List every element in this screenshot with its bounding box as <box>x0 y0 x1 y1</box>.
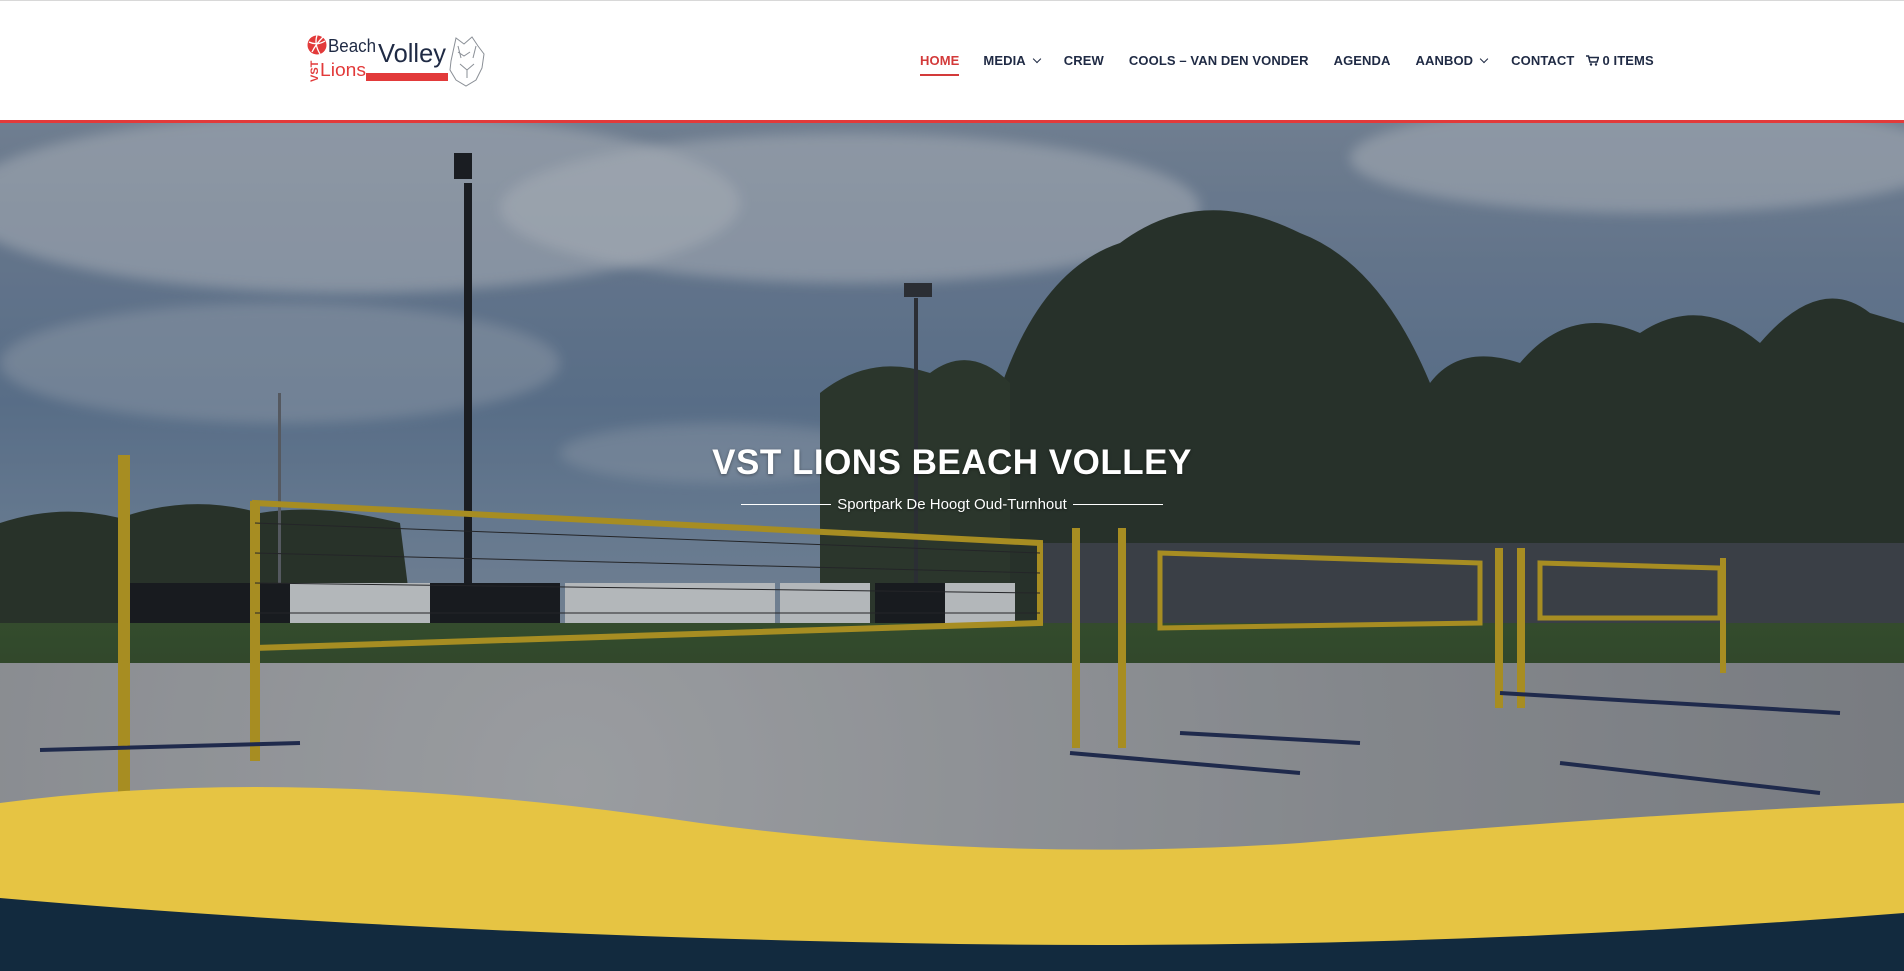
nav-item-label: COOLS – VAN DEN VONDER <box>1128 53 1309 68</box>
logo-beach-text: Beach <box>328 36 376 56</box>
hero-subtitle-row: Sportpark De Hoogt Oud-Turnhout <box>0 496 1904 513</box>
cart-count: 0 ITEMS <box>1602 53 1654 68</box>
hero-title: VST LIONS BEACH VOLLEY <box>712 443 1192 482</box>
nav-item-home[interactable]: HOME <box>920 53 960 76</box>
cart-icon <box>1586 55 1600 66</box>
cart-link[interactable]: 0 ITEMS <box>1586 53 1654 68</box>
main-nav: HOME MEDIA CREW COOLS – VAN DEN VONDER A… <box>920 53 1654 76</box>
logo-volley-text: Volley <box>378 38 446 68</box>
chevron-down-icon <box>1032 54 1042 63</box>
hero-subtitle: Sportpark De Hoogt Oud-Turnhout <box>837 496 1067 513</box>
chevron-down-icon <box>1479 54 1489 63</box>
nav-item-cools-van-den-vonder[interactable]: COOLS – VAN DEN VONDER <box>1129 53 1309 68</box>
nav-item-label: MEDIA <box>983 53 1026 68</box>
nav-item-media[interactable]: MEDIA <box>983 53 1042 68</box>
nav-item-agenda[interactable]: AGENDA <box>1334 53 1391 68</box>
nav-item-label: HOME <box>920 53 960 68</box>
site-header: VST Beach Lions Volley HOME MEDIA CREW C… <box>0 0 1904 123</box>
site-logo[interactable]: VST Beach Lions Volley <box>306 34 486 88</box>
next-section-heading-peek <box>912 958 972 971</box>
logo-lions-text: Lions <box>320 60 366 80</box>
nav-item-crew[interactable]: CREW <box>1064 53 1104 68</box>
nav-item-contact[interactable]: CONTACT <box>1511 53 1574 68</box>
nav-item-label: AGENDA <box>1333 53 1391 68</box>
nav-item-aanbod[interactable]: AANBOD <box>1415 53 1489 68</box>
nav-item-label: AANBOD <box>1415 53 1474 68</box>
divider-line-right <box>1072 504 1163 505</box>
divider-line-left <box>741 504 832 505</box>
lion-icon <box>449 36 485 87</box>
section-divider-wave <box>0 787 1904 971</box>
hero-section: VST LIONS BEACH VOLLEY Sportpark De Hoog… <box>0 123 1904 971</box>
nav-item-label: CONTACT <box>1511 53 1575 68</box>
nav-item-label: CREW <box>1063 53 1104 68</box>
